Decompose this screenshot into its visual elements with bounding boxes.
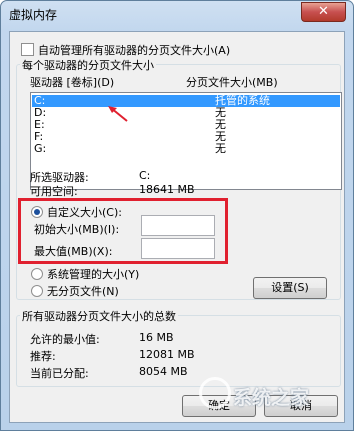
min-allowed-value: 16 MB: [139, 331, 174, 344]
drive-row[interactable]: C: 托管的系统: [32, 95, 340, 107]
arrow-annotation-icon: [108, 106, 128, 122]
recommended-value: 12081 MB: [139, 348, 195, 361]
per-drive-group-title: 每个驱动器的分页文件大小: [20, 57, 156, 73]
virtual-memory-dialog: 虚拟内存 ✕ 自动管理所有驱动器的分页文件大小(A) 每个驱动器的分页文件大小 …: [0, 0, 354, 431]
max-size-input[interactable]: [141, 238, 215, 259]
initial-size-label: 初始大小(MB)(I):: [34, 223, 120, 236]
free-space-label: 可用空间:: [30, 185, 78, 198]
no-paging-label[interactable]: 无分页文件(N): [47, 283, 119, 299]
set-button[interactable]: 设置(S): [253, 277, 327, 299]
totals-group-title: 所有驱动器分页文件大小的总数: [20, 308, 178, 324]
no-paging-radio[interactable]: [31, 285, 43, 297]
drive-name: G:: [34, 142, 47, 155]
auto-manage-label[interactable]: 自动管理所有驱动器的分页文件大小(A): [38, 42, 230, 58]
max-size-label: 最大值(MB)(X):: [34, 245, 113, 258]
current-allocated-label: 当前已分配:: [30, 367, 89, 380]
column-header-drive: 驱动器 [卷标](D): [30, 76, 115, 89]
free-space-value: 18641 MB: [139, 183, 195, 196]
drive-row[interactable]: G: 无: [32, 143, 340, 155]
recommended-label: 推荐:: [30, 350, 56, 363]
initial-size-input[interactable]: [141, 215, 215, 236]
watermark-logo-icon: [199, 377, 231, 409]
custom-size-radio[interactable]: [31, 206, 43, 218]
drive-size: 无: [215, 142, 226, 155]
current-allocated-value: 8054 MB: [139, 365, 188, 378]
close-button[interactable]: ✕: [301, 2, 346, 22]
min-allowed-label: 允许的最小值:: [30, 333, 100, 346]
window-title: 虚拟内存: [9, 8, 58, 22]
watermark-text: 系统之家: [233, 387, 310, 409]
auto-manage-checkbox[interactable]: [21, 43, 34, 56]
dialog-body: 自动管理所有驱动器的分页文件大小(A) 每个驱动器的分页文件大小 驱动器 [卷标…: [9, 31, 345, 423]
column-header-size: 分页文件大小(MB): [186, 76, 278, 89]
custom-size-label[interactable]: 自定义大小(C):: [47, 204, 122, 220]
drive-row[interactable]: D: 无: [32, 107, 340, 119]
selected-drive-value: C:: [139, 169, 151, 182]
system-managed-radio[interactable]: [31, 268, 43, 280]
drive-row[interactable]: E: 无: [32, 119, 340, 131]
drive-row[interactable]: F: 无: [32, 131, 340, 143]
system-managed-label[interactable]: 系统管理的大小(Y): [47, 266, 139, 282]
